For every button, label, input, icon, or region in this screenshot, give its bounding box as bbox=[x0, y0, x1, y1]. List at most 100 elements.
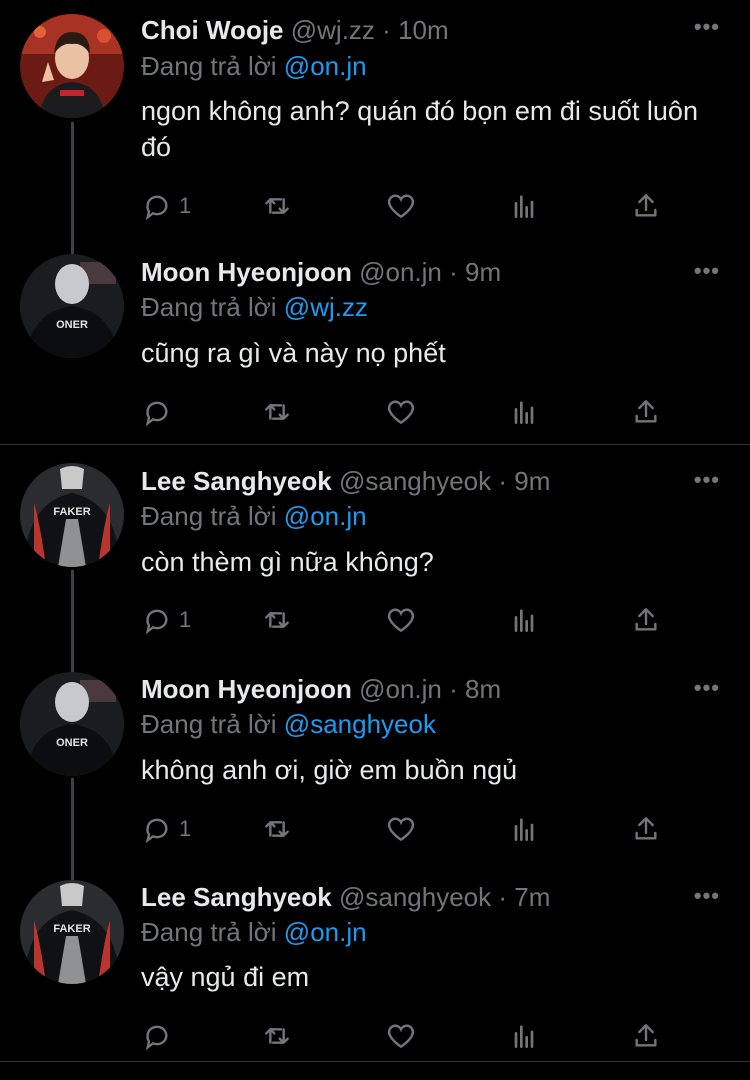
action-bar bbox=[141, 1016, 681, 1056]
share-button[interactable] bbox=[630, 1016, 662, 1056]
share-icon bbox=[635, 194, 657, 217]
reply-context: Đang trả lời @on.jn bbox=[141, 51, 367, 81]
avatar-jersey-text: FAKER bbox=[53, 923, 90, 935]
reply-button[interactable] bbox=[141, 1016, 179, 1056]
like-button[interactable] bbox=[385, 600, 417, 640]
avatar-moon-hyeonjoon[interactable]: ONER bbox=[20, 254, 124, 358]
share-icon bbox=[635, 400, 657, 423]
share-icon bbox=[635, 817, 657, 840]
reply-button[interactable]: 1 bbox=[141, 809, 191, 849]
avatar-choi-wooje[interactable] bbox=[20, 14, 124, 118]
mention-link[interactable]: @on.jn bbox=[284, 501, 367, 531]
mention-link[interactable]: @on.jn bbox=[284, 917, 367, 947]
share-button[interactable] bbox=[630, 186, 662, 226]
user-handle[interactable]: @on.jn bbox=[359, 674, 442, 704]
avatar-lee-sanghyeok[interactable]: FAKER bbox=[20, 463, 124, 567]
user-handle[interactable]: @sanghyeok bbox=[339, 882, 491, 912]
ellipsis-icon[interactable]: ••• bbox=[694, 883, 720, 909]
avatar-jersey-text: ONER bbox=[56, 319, 88, 331]
views-button[interactable] bbox=[508, 1016, 540, 1056]
action-bar: 1 bbox=[141, 809, 681, 849]
timestamp[interactable]: 10m bbox=[398, 15, 449, 45]
reply-context: Đang trả lời @wj.zz bbox=[141, 292, 368, 322]
bar-chart-icon bbox=[514, 401, 534, 424]
reply-icon bbox=[145, 609, 168, 635]
tweet[interactable]: ONER Moon Hyeonjoon @on.jn · 9m ••• Đang… bbox=[0, 254, 750, 454]
thread-divider bbox=[0, 444, 750, 445]
reply-count: 1 bbox=[179, 193, 192, 218]
reply-button[interactable]: 1 bbox=[141, 600, 191, 640]
separator-dot: · bbox=[449, 257, 458, 287]
share-button[interactable] bbox=[630, 600, 662, 640]
like-button[interactable] bbox=[385, 809, 417, 849]
retweet-button[interactable] bbox=[261, 1016, 293, 1056]
heart-icon bbox=[387, 817, 415, 842]
retweet-icon bbox=[265, 612, 289, 628]
display-name[interactable]: Moon Hyeonjoon bbox=[141, 257, 352, 287]
user-handle[interactable]: @wj.zz bbox=[291, 15, 375, 45]
views-button[interactable] bbox=[508, 186, 540, 226]
heart-icon bbox=[387, 194, 415, 219]
tweet-text: vậy ngủ đi em bbox=[141, 962, 310, 992]
reply-icon bbox=[145, 818, 168, 844]
thread-divider bbox=[0, 1061, 750, 1062]
timestamp[interactable]: 9m bbox=[465, 257, 501, 287]
tweet-text: ngon không anh? quán đó bọn em đi suốt l… bbox=[141, 96, 698, 162]
ellipsis-icon[interactable]: ••• bbox=[694, 14, 720, 40]
reply-count: 1 bbox=[179, 816, 192, 841]
tweet-header: Moon Hyeonjoon @on.jn · 9m bbox=[141, 257, 501, 287]
share-icon bbox=[635, 608, 657, 631]
timestamp[interactable]: 8m bbox=[465, 674, 501, 704]
tweet-text: cũng ra gì và này nọ phết bbox=[141, 338, 446, 368]
display-name[interactable]: Moon Hyeonjoon bbox=[141, 674, 352, 704]
separator-dot: · bbox=[498, 882, 508, 912]
views-button[interactable] bbox=[508, 600, 540, 640]
retweet-button[interactable] bbox=[261, 186, 293, 226]
retweet-icon bbox=[265, 198, 289, 214]
display-name[interactable]: Lee Sanghyeok bbox=[141, 882, 332, 912]
user-handle[interactable]: @sanghyeok bbox=[339, 466, 491, 496]
avatar-moon-hyeonjoon[interactable]: ONER bbox=[20, 672, 124, 776]
ellipsis-icon[interactable]: ••• bbox=[694, 258, 720, 284]
reply-context: Đang trả lời @on.jn bbox=[141, 501, 367, 531]
share-button[interactable] bbox=[630, 809, 662, 849]
tweet[interactable]: ONER Moon Hyeonjoon @on.jn · 8m ••• Đang… bbox=[0, 672, 750, 872]
tweet[interactable]: FAKER Lee Sanghyeok @sanghyeok · 9m ••• … bbox=[0, 463, 750, 663]
mention-link[interactable]: @wj.zz bbox=[284, 292, 368, 322]
like-button[interactable] bbox=[385, 1016, 417, 1056]
timestamp[interactable]: 9m bbox=[514, 466, 550, 496]
reply-prefix: Đang trả lời bbox=[141, 292, 277, 322]
user-handle[interactable]: @on.jn bbox=[359, 257, 442, 287]
tweet[interactable]: FAKER Lee Sanghyeok @sanghyeok · 7m ••• … bbox=[0, 880, 750, 1080]
display-name[interactable]: Choi Wooje bbox=[141, 15, 284, 45]
like-button[interactable] bbox=[385, 186, 417, 226]
retweet-button[interactable] bbox=[261, 809, 293, 849]
reply-context: Đang trả lời @on.jn bbox=[141, 917, 367, 947]
reply-prefix: Đang trả lời bbox=[141, 501, 277, 531]
tweet[interactable]: Choi Wooje @wj.zz · 10m ••• Đang trả lời… bbox=[0, 0, 750, 221]
like-button[interactable] bbox=[385, 392, 417, 432]
share-button[interactable] bbox=[630, 392, 662, 432]
tweet-text: còn thèm gì nữa không? bbox=[141, 547, 434, 577]
separator-dot: · bbox=[382, 15, 391, 45]
separator-dot: · bbox=[449, 674, 458, 704]
display-name[interactable]: Lee Sanghyeok bbox=[141, 466, 332, 496]
ellipsis-icon[interactable]: ••• bbox=[694, 675, 720, 701]
retweet-button[interactable] bbox=[261, 600, 293, 640]
retweet-button[interactable] bbox=[261, 392, 293, 432]
mention-link[interactable]: @on.jn bbox=[284, 51, 367, 81]
ellipsis-icon[interactable]: ••• bbox=[694, 467, 720, 493]
reply-icon bbox=[145, 1025, 168, 1051]
action-bar: 1 bbox=[141, 600, 681, 640]
views-button[interactable] bbox=[508, 392, 540, 432]
avatar-lee-sanghyeok[interactable]: FAKER bbox=[20, 880, 124, 984]
views-button[interactable] bbox=[508, 809, 540, 849]
share-icon bbox=[635, 1024, 657, 1047]
bar-chart-icon bbox=[514, 818, 534, 841]
timestamp[interactable]: 7m bbox=[514, 882, 550, 912]
reply-button[interactable] bbox=[141, 392, 179, 432]
reply-prefix: Đang trả lời bbox=[141, 917, 277, 947]
avatar-jersey-text: FAKER bbox=[53, 506, 90, 518]
mention-link[interactable]: @sanghyeok bbox=[284, 709, 436, 739]
reply-button[interactable]: 1 bbox=[141, 186, 191, 226]
